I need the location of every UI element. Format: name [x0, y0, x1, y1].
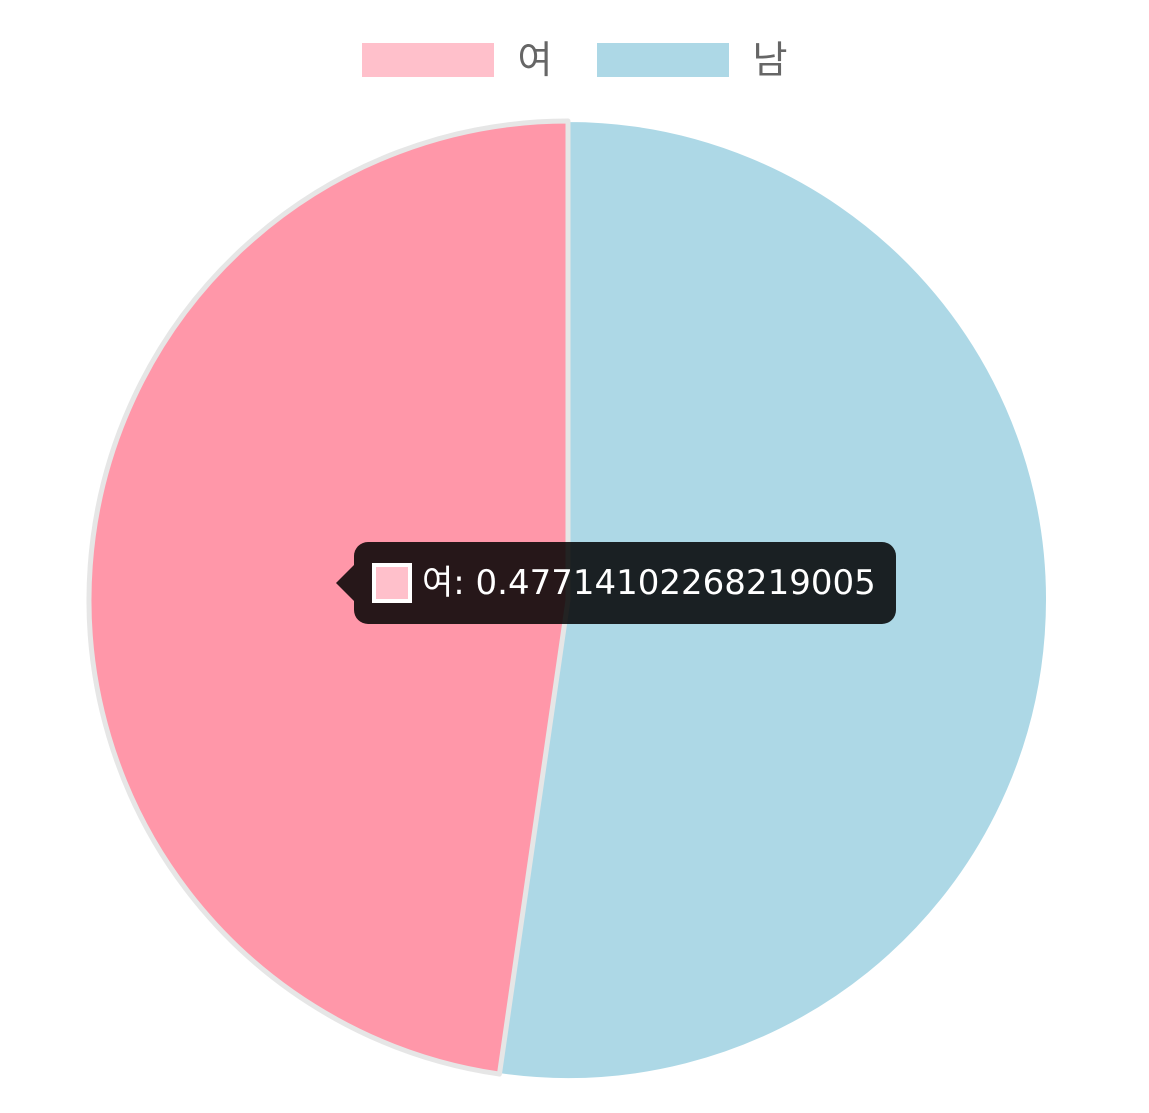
legend-swatch-female — [361, 43, 494, 77]
tooltip-text: 여: 0.47714102268219005 — [422, 563, 876, 603]
tooltip-color-swatch — [372, 563, 412, 603]
legend-label-male: 남 — [752, 38, 788, 82]
legend-item-female[interactable]: 여 — [361, 38, 553, 82]
legend-item-male[interactable]: 남 — [596, 38, 788, 82]
chart-tooltip: 여: 0.47714102268219005 — [336, 542, 896, 624]
legend-swatch-male — [596, 43, 729, 77]
chart-legend: 여 남 — [0, 30, 1149, 90]
legend-label-female: 여 — [517, 38, 553, 82]
